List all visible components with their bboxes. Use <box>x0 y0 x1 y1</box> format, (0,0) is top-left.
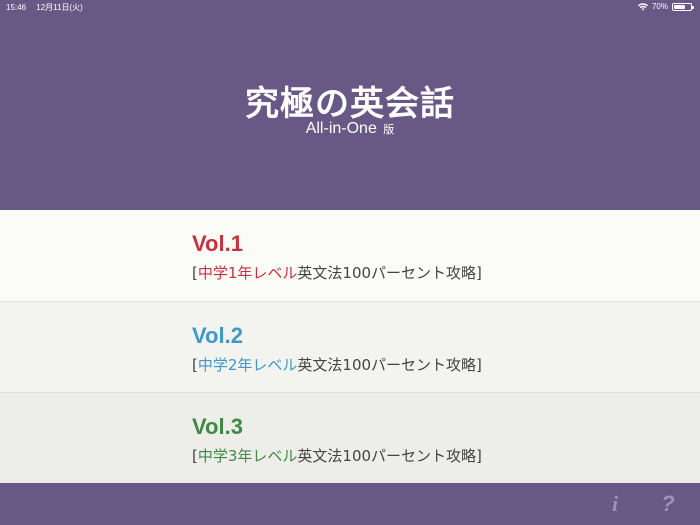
subtitle-en: All-in-One <box>305 120 377 137</box>
battery-icon <box>672 2 694 11</box>
app-subtitle: All-in-One 版 <box>0 120 700 138</box>
volume-3-description: [中学3年レベル英文法100パーセント攻略] <box>192 445 482 466</box>
volume-1-description: [中学1年レベル英文法100パーセント攻略] <box>192 262 482 283</box>
battery-percent: 70% <box>651 2 668 11</box>
volume-3-title: Vol.3 <box>192 414 243 439</box>
app-title: 究極の英会話 <box>245 84 455 124</box>
status-date: 12月11日(火) <box>36 3 83 12</box>
footer-bar: i ? <box>0 483 700 525</box>
wifi-icon <box>637 2 648 10</box>
app-header: 究極の英会話 All-in-One 版 <box>0 14 700 210</box>
volume-3-rest: 英文法100パーセント攻略 <box>297 447 477 465</box>
bracket-close: ] <box>476 447 482 465</box>
bracket-close: ] <box>476 356 482 374</box>
status-time: 15:46 <box>6 3 27 12</box>
volume-2-title: Vol.2 <box>192 323 243 348</box>
volume-1-title: Vol.1 <box>192 231 243 256</box>
volume-1-row[interactable]: Vol.1 [中学1年レベル英文法100パーセント攻略] <box>0 210 700 301</box>
volume-3-level: 中学3年レベル <box>197 447 298 465</box>
volume-2-description: [中学2年レベル英文法100パーセント攻略] <box>192 354 482 375</box>
volume-1-rest: 英文法100パーセント攻略 <box>297 264 477 282</box>
volume-2-rest: 英文法100パーセント攻略 <box>297 356 477 374</box>
volume-2-row[interactable]: Vol.2 [中学2年レベル英文法100パーセント攻略] <box>0 301 700 393</box>
battery-fill <box>674 4 685 9</box>
volume-3-row[interactable]: Vol.3 [中学3年レベル英文法100パーセント攻略] <box>0 392 700 484</box>
bracket-close: ] <box>476 264 482 282</box>
info-icon[interactable]: i <box>602 491 628 517</box>
volume-1-level: 中学1年レベル <box>197 264 298 282</box>
subtitle-ja: 版 <box>383 124 395 136</box>
volume-2-level: 中学2年レベル <box>197 356 298 374</box>
help-icon[interactable]: ? <box>655 491 681 517</box>
status-bar: 15:46 12月11日(火) 70% <box>0 0 700 14</box>
status-left: 15:46 12月11日(火) <box>6 2 91 13</box>
status-right: 70% <box>637 2 694 11</box>
